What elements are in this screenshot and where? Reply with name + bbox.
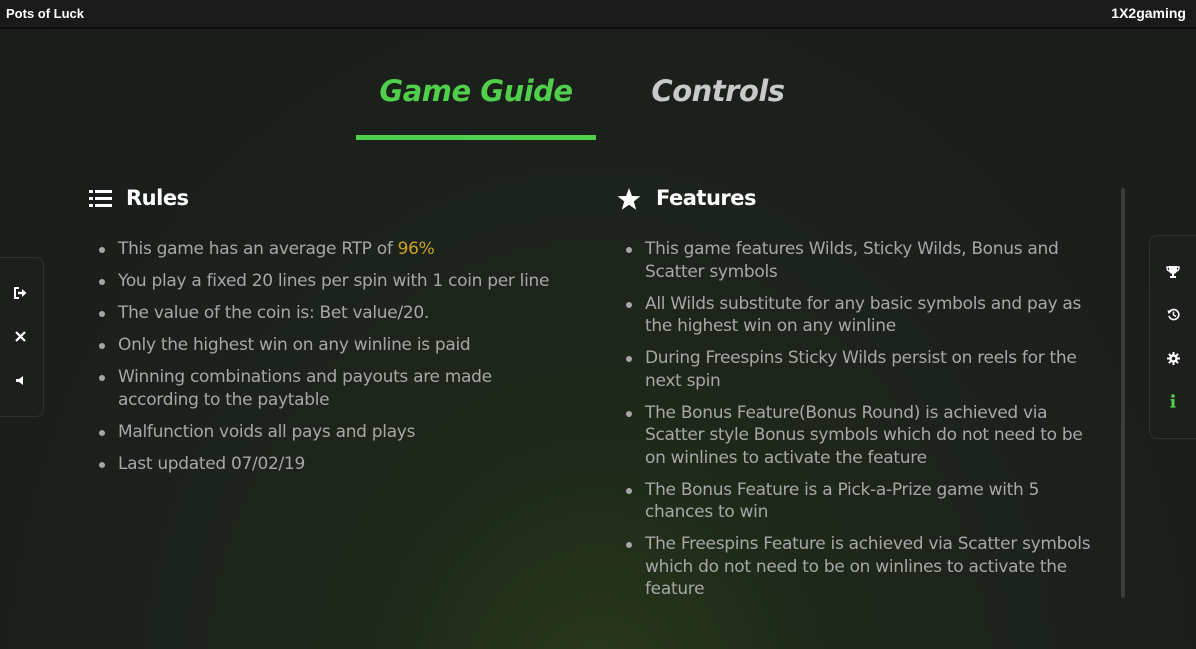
content-scrollbar[interactable] — [1121, 188, 1125, 598]
tab-controls[interactable]: Controls — [598, 74, 838, 114]
close-icon — [14, 330, 26, 342]
list-item: Malfunction voids all pays and plays — [99, 421, 569, 444]
list-item: The Bonus Feature(Bonus Round) is achiev… — [626, 402, 1106, 470]
settings-icon — [1166, 351, 1180, 365]
info-button[interactable] — [1161, 389, 1185, 413]
settings-button[interactable] — [1161, 346, 1185, 370]
game-title: Pots of Luck — [6, 6, 85, 21]
list-item: The value of the coin is: Bet value/20. — [99, 302, 569, 325]
list-item: Last updated 07/02/19 — [99, 453, 569, 476]
rtp-value: 96% — [397, 239, 435, 259]
star-icon — [617, 188, 641, 210]
list-item: The Bonus Feature is a Pick-a-Prize game… — [626, 479, 1106, 524]
features-list: This game features Wilds, Sticky Wilds, … — [626, 238, 1106, 610]
sound-button[interactable] — [8, 368, 32, 392]
list-item: During Freespins Sticky Wilds persist on… — [626, 347, 1106, 392]
exit-icon — [13, 287, 26, 299]
list-item: This game features Wilds, Sticky Wilds, … — [626, 238, 1106, 283]
paytable-button[interactable] — [1161, 259, 1185, 283]
list-item: Only the highest win on any winline is p… — [99, 334, 569, 357]
list-item: All Wilds substitute for any basic symbo… — [626, 293, 1106, 338]
list-item: This game has an average RTP of 96% — [99, 238, 569, 261]
features-heading: Features — [656, 186, 757, 210]
trophy-icon — [1166, 265, 1180, 278]
top-bar: Pots of Luck 1X2gaming — [0, 0, 1196, 29]
rtp-text: This game has an average RTP of — [118, 239, 398, 259]
info-icon — [1170, 394, 1176, 408]
tab-game-guide[interactable]: Game Guide — [356, 74, 596, 114]
brand-logo-text: 1X2gaming — [1111, 5, 1186, 21]
history-button[interactable] — [1161, 302, 1185, 326]
exit-button[interactable] — [8, 281, 32, 305]
history-icon — [1167, 308, 1180, 320]
rules-heading: Rules — [126, 186, 189, 210]
active-tab-indicator — [356, 135, 596, 140]
left-control-panel — [0, 257, 44, 417]
list-item: The Freespins Feature is achieved via Sc… — [626, 533, 1106, 601]
right-control-panel — [1149, 235, 1196, 439]
list-item: Winning combinations and payouts are mad… — [99, 366, 569, 411]
close-button[interactable] — [8, 324, 32, 348]
sound-icon — [15, 375, 23, 385]
list-icon — [89, 190, 112, 207]
list-item: You play a fixed 20 lines per spin with … — [99, 270, 569, 293]
rules-list: This game has an average RTP of 96% You … — [99, 238, 569, 485]
